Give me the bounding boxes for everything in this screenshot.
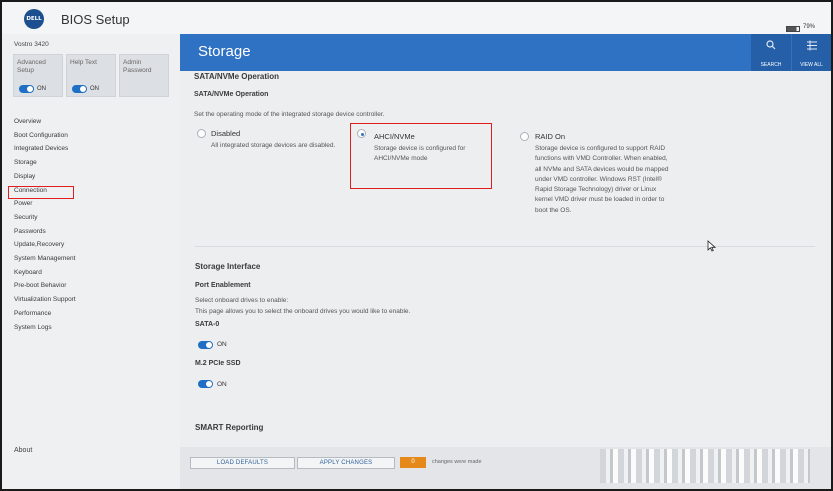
sata-0-toggle[interactable] bbox=[198, 341, 213, 349]
list-icon bbox=[792, 40, 831, 54]
tile-label: Admin Password bbox=[123, 59, 152, 74]
sidebar-item-display[interactable]: Display bbox=[14, 173, 35, 180]
sidebar-item-storage[interactable]: Storage bbox=[14, 159, 37, 166]
option-title-disabled: Disabled bbox=[211, 129, 241, 138]
app-title: BIOS Setup bbox=[61, 12, 130, 27]
main-panel: Storage SEARCH VIEW ALL SATA/NVMe Operat… bbox=[180, 34, 831, 489]
drive-name-sata-0: SATA-0 bbox=[195, 321, 220, 328]
drive-name-m2-pcie-ssd: M.2 PCIe SSD bbox=[195, 360, 241, 367]
m2-pcie-ssd-toggle[interactable] bbox=[198, 380, 213, 388]
smart-reporting-title: SMART Reporting bbox=[195, 423, 264, 432]
option-desc-disabled: All integrated storage devices are disab… bbox=[211, 142, 336, 149]
radio-disabled[interactable] bbox=[197, 129, 206, 138]
storage-highlight-box bbox=[8, 186, 74, 199]
admin-password-tile[interactable]: Admin Password bbox=[119, 54, 169, 97]
dell-logo: DELL bbox=[24, 9, 44, 29]
option-desc-raid-on: Storage device is configured to support … bbox=[535, 145, 669, 214]
change-status-text: changes were made bbox=[432, 459, 482, 465]
advanced-setup-tile[interactable]: Advanced Setup ON bbox=[13, 54, 63, 97]
bottom-bar: LOAD DEFAULTS APPLY CHANGES 0 changes we… bbox=[180, 447, 831, 489]
search-label: SEARCH bbox=[760, 62, 782, 68]
model-name: Vostro 3420 bbox=[14, 41, 49, 48]
section-description: Set the operating mode of the integrated… bbox=[194, 111, 385, 118]
sidebar-item-performance[interactable]: Performance bbox=[14, 310, 51, 317]
about-link[interactable]: About bbox=[14, 447, 32, 454]
top-bar: DELL BIOS Setup 79% bbox=[2, 2, 831, 34]
sidebar-item-overview[interactable]: Overview bbox=[14, 118, 41, 125]
sidebar-item-keyboard[interactable]: Keyboard bbox=[14, 269, 42, 276]
sata-0-state: ON bbox=[217, 341, 227, 348]
storage-interface-title: Storage Interface bbox=[195, 262, 261, 271]
subsection-title: SATA/NVMe Operation bbox=[194, 91, 269, 98]
sidebar-item-pre-boot-behavior[interactable]: Pre-boot Behavior bbox=[14, 282, 66, 289]
tile-label: Help Text bbox=[70, 59, 97, 66]
sidebar-item-security[interactable]: Security bbox=[14, 214, 37, 221]
help-text-toggle[interactable] bbox=[72, 85, 87, 93]
apply-changes-button[interactable]: APPLY CHANGES bbox=[297, 457, 395, 469]
ahci-highlight-box bbox=[350, 123, 492, 189]
sidebar-item-virtualization-support[interactable]: Virtualization Support bbox=[14, 296, 76, 303]
load-defaults-button[interactable]: LOAD DEFAULTS bbox=[190, 457, 295, 469]
m2-pcie-ssd-state: ON bbox=[217, 381, 227, 388]
sidebar-item-update-recovery[interactable]: Update,Recovery bbox=[14, 241, 64, 248]
view-all-button[interactable]: VIEW ALL bbox=[792, 34, 831, 71]
view-all-label: VIEW ALL bbox=[800, 62, 823, 68]
toggle-state: ON bbox=[90, 86, 99, 92]
mouse-cursor-icon bbox=[707, 240, 717, 255]
search-icon bbox=[751, 40, 791, 53]
radio-raid-on[interactable] bbox=[520, 132, 529, 141]
section-title: SATA/NVMe Operation bbox=[194, 72, 280, 81]
battery-icon bbox=[786, 26, 800, 32]
sidebar-item-system-management[interactable]: System Management bbox=[14, 255, 75, 262]
sidebar-item-passwords[interactable]: Passwords bbox=[14, 228, 46, 235]
change-count-badge: 0 bbox=[400, 457, 426, 468]
sidebar-item-integrated-devices[interactable]: Integrated Devices bbox=[14, 145, 68, 152]
toggle-state: ON bbox=[37, 86, 46, 92]
sidebar-item-power[interactable]: Power bbox=[14, 200, 32, 207]
battery-level: 79% bbox=[803, 24, 816, 30]
port-enablement-title: Port Enablement bbox=[195, 282, 251, 289]
blurred-watermark bbox=[600, 449, 810, 483]
port-description-1: Select onboard drives to enable: bbox=[195, 297, 289, 304]
search-button[interactable]: SEARCH bbox=[751, 34, 791, 71]
help-text-tile[interactable]: Help Text ON bbox=[66, 54, 116, 97]
tile-label: Advanced Setup bbox=[17, 59, 46, 74]
page-title: Storage bbox=[198, 43, 251, 60]
page-header: Storage SEARCH VIEW ALL bbox=[180, 34, 831, 71]
sidebar-item-boot-configuration[interactable]: Boot Configuration bbox=[14, 132, 68, 139]
port-description-2: This page allows you to select the onboa… bbox=[195, 308, 411, 315]
option-title-raid-on: RAID On bbox=[535, 132, 566, 141]
bios-screen: DELL BIOS Setup 79% Vostro 3420 Advanced… bbox=[2, 2, 831, 489]
advanced-setup-toggle[interactable] bbox=[19, 85, 34, 93]
sidebar: Vostro 3420 Advanced Setup ON Help Text … bbox=[2, 34, 180, 489]
sidebar-item-system-logs[interactable]: System Logs bbox=[14, 324, 52, 331]
divider bbox=[195, 246, 815, 247]
